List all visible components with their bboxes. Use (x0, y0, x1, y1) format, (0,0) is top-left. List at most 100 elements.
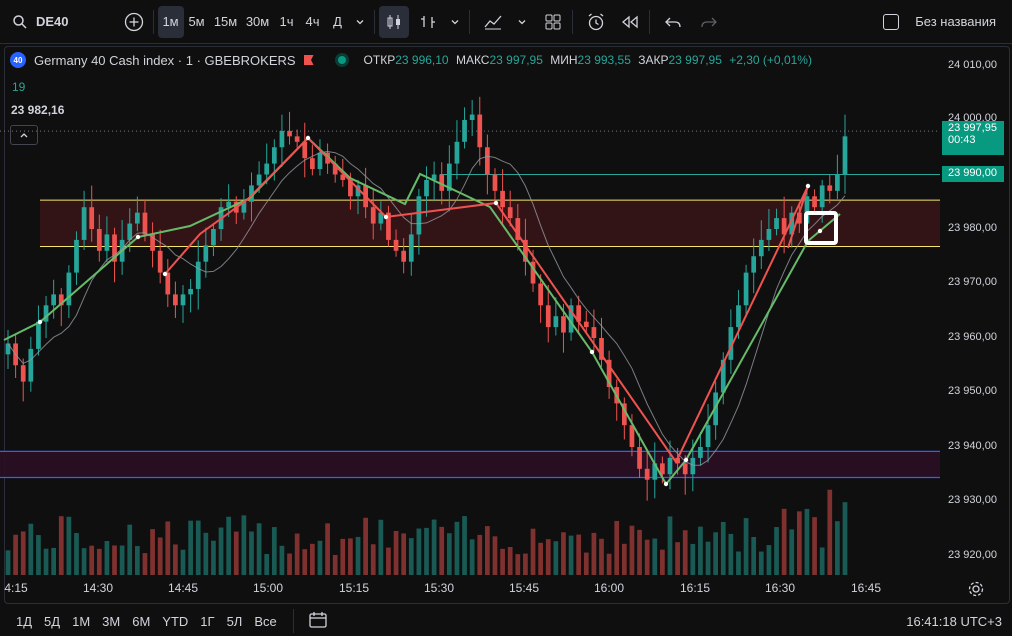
candle-body (591, 327, 597, 338)
candle-body (690, 457, 696, 475)
volume-bar (629, 525, 635, 575)
volume-bar (652, 538, 658, 575)
swing-point-marker (383, 214, 389, 220)
volume-bar (568, 535, 574, 575)
price-chart[interactable] (0, 0, 1012, 636)
candle-body (553, 316, 559, 328)
volume-bar (644, 539, 650, 575)
volume-bar (621, 543, 627, 575)
candle-body (835, 174, 840, 191)
volume-bar (713, 532, 719, 575)
range-1y[interactable]: 1Г (194, 614, 220, 629)
swing-point-marker (135, 234, 141, 240)
range-5d[interactable]: 5Д (38, 614, 66, 629)
volume-bar (431, 519, 437, 575)
volume-bar (310, 543, 315, 575)
volume-bar (355, 536, 361, 575)
candle-body (188, 288, 193, 295)
volume-bar (264, 554, 270, 575)
volume-bar (774, 527, 779, 575)
time-tick: 16:30 (764, 581, 796, 595)
volume-bar (758, 551, 764, 575)
volume-bar (446, 533, 452, 575)
volume-bar (104, 540, 110, 575)
candle-body (507, 207, 513, 219)
time-tick: 16:45 (850, 581, 882, 595)
candle-body (416, 196, 422, 235)
settings-button[interactable] (967, 580, 985, 598)
range-1d[interactable]: 1Д (10, 614, 38, 629)
candle-body (279, 130, 285, 148)
volume-bar (614, 520, 620, 575)
candle-body (294, 136, 300, 142)
volume-bar (226, 516, 232, 575)
support-zone (0, 451, 940, 478)
candle-body (736, 305, 741, 328)
volume-bar (5, 550, 11, 575)
volume-bar (157, 537, 163, 575)
volume-bar (523, 553, 528, 575)
current-price-tag: 23 997,95 00:43 (942, 121, 1004, 155)
swing-point-marker (37, 319, 43, 325)
range-5y[interactable]: 5Л (221, 614, 249, 629)
volume-bar (96, 548, 102, 575)
volume-bar (469, 539, 475, 575)
volume-bar (249, 531, 254, 575)
volume-bar (500, 548, 505, 575)
volume-bar (302, 549, 308, 575)
volume-bar (279, 545, 285, 575)
volume-bar (545, 539, 551, 575)
price-tick: 24 010,00 (948, 59, 997, 71)
instrument-logo: 40 (10, 52, 26, 68)
range-all[interactable]: Все (248, 614, 282, 629)
range-1m[interactable]: 1М (66, 614, 96, 629)
range-ytd[interactable]: YTD (156, 614, 194, 629)
candle-body (310, 158, 315, 170)
volume-bar (796, 511, 802, 575)
volume-bar (454, 521, 460, 575)
swing-point-marker (589, 349, 595, 355)
volume-bar (165, 521, 171, 575)
volume-bar (682, 530, 688, 575)
candle-body (492, 174, 498, 191)
volume-bar (416, 528, 422, 575)
swing-point-marker (805, 183, 811, 189)
candle-body (370, 207, 376, 224)
volume-bar (637, 529, 642, 575)
candle-body (424, 179, 429, 197)
range-3m[interactable]: 3М (96, 614, 126, 629)
level-price-tag: 23 990,00 (942, 166, 1004, 182)
candle-body (127, 223, 133, 240)
instrument-title[interactable]: Germany 40 Cash index · 1 · GBEBROKERS (34, 53, 296, 68)
volume-bar (332, 554, 338, 575)
range-6m[interactable]: 6М (126, 614, 156, 629)
date-range-button[interactable] (308, 611, 328, 632)
collapse-legend-button[interactable] (10, 125, 38, 145)
volume-bar (317, 540, 323, 575)
volume-bar (294, 533, 300, 575)
volume-bar (462, 516, 467, 575)
candle-body (561, 316, 566, 333)
volume-bar (675, 542, 680, 575)
candle-body (629, 425, 635, 447)
volume-bar (424, 527, 429, 575)
volume-bar (81, 548, 87, 575)
volume-bar (812, 517, 817, 575)
volume-bar (43, 548, 49, 575)
volume-bar (363, 517, 368, 575)
candle-body (462, 120, 467, 142)
price-tick: 23 930,00 (948, 494, 997, 506)
clock[interactable]: 16:41:18 UTC+3 (906, 614, 1002, 629)
volume-bar (561, 532, 566, 575)
volume-bar (842, 502, 848, 575)
candle-body (393, 239, 399, 251)
candle-body (682, 463, 688, 475)
volume-bar (835, 521, 840, 575)
candle-body (81, 207, 87, 240)
volume-bar (89, 545, 95, 575)
time-tick: 15:15 (338, 581, 370, 595)
volume-bar (241, 515, 247, 575)
volume-bar (271, 527, 277, 575)
time-tick: 4:15 (4, 581, 28, 595)
candle-body (469, 114, 475, 120)
